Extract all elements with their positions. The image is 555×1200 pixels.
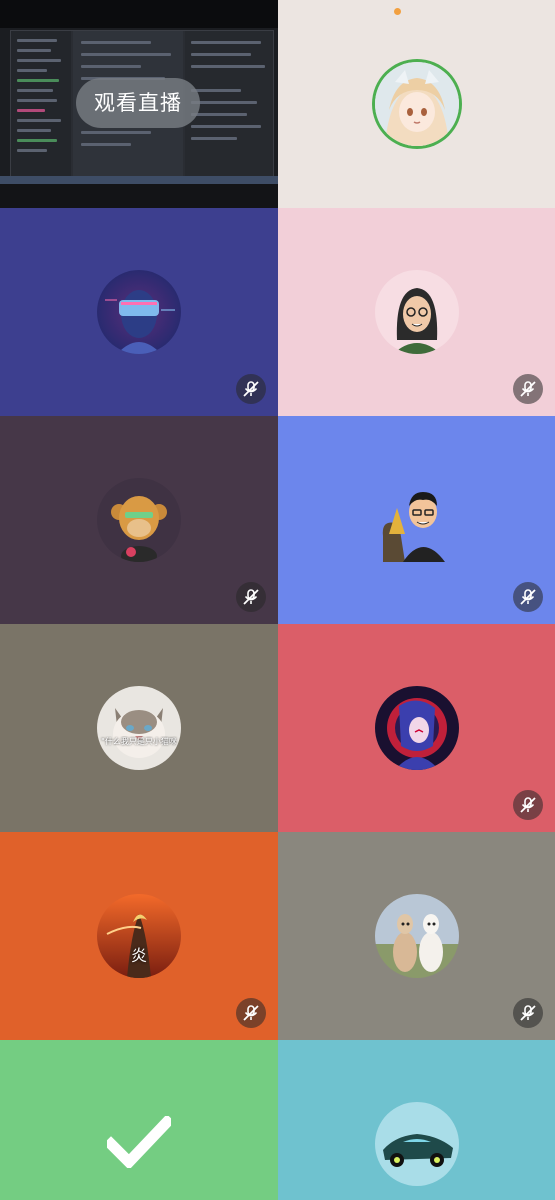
money-bag-man-avatar: [375, 478, 459, 562]
participant-tile-checkmark[interactable]: [0, 1040, 278, 1200]
participant-tile-fire[interactable]: 炎: [0, 832, 278, 1040]
ape-nft-avatar: [97, 478, 181, 562]
vr-head-avatar: [97, 270, 181, 354]
participant-tile-cat[interactable]: "什么我只是只小猫咪: [0, 624, 278, 832]
mic-muted-icon: [513, 790, 543, 820]
anime-girl-avatar: [374, 62, 459, 146]
mic-muted-icon: [513, 374, 543, 404]
sports-car-avatar: [374, 1102, 459, 1186]
mic-muted-icon: [513, 998, 543, 1028]
avatar-caption: 炎: [130, 946, 147, 965]
participant-tile-anime-warrior[interactable]: [278, 624, 555, 832]
cat-avatar: "什么我只是只小猫咪: [97, 686, 181, 770]
participant-tile-speaking[interactable]: [278, 0, 555, 208]
watch-live-button[interactable]: 观看直播: [76, 78, 200, 128]
participant-tile-glasses-woman[interactable]: [278, 208, 555, 416]
fire-character-avatar: 炎: [97, 894, 181, 978]
mic-muted-icon: [236, 582, 266, 612]
video-call-grid: 观看直播 "什么我只是只小猫咪 炎: [0, 0, 555, 1200]
mic-muted-icon: [513, 582, 543, 612]
participant-tile-ape[interactable]: [0, 416, 278, 624]
mic-muted-icon: [236, 374, 266, 404]
avatar-caption: "什么我只是只小猫咪: [101, 737, 177, 746]
participant-tile-money-bag[interactable]: [278, 416, 555, 624]
mic-muted-icon: [236, 998, 266, 1028]
activity-dot: [394, 8, 401, 15]
anime-warrior-avatar: [374, 686, 459, 770]
participant-tile-sports-car[interactable]: [278, 1040, 555, 1200]
alpacas-avatar: [374, 894, 459, 978]
screen-share-tile[interactable]: 观看直播: [0, 0, 278, 208]
participant-tile-alpacas[interactable]: [278, 832, 555, 1040]
glasses-woman-avatar: [374, 270, 459, 354]
checkmark-icon: [103, 1114, 175, 1172]
participant-tile-vr[interactable]: [0, 208, 278, 416]
